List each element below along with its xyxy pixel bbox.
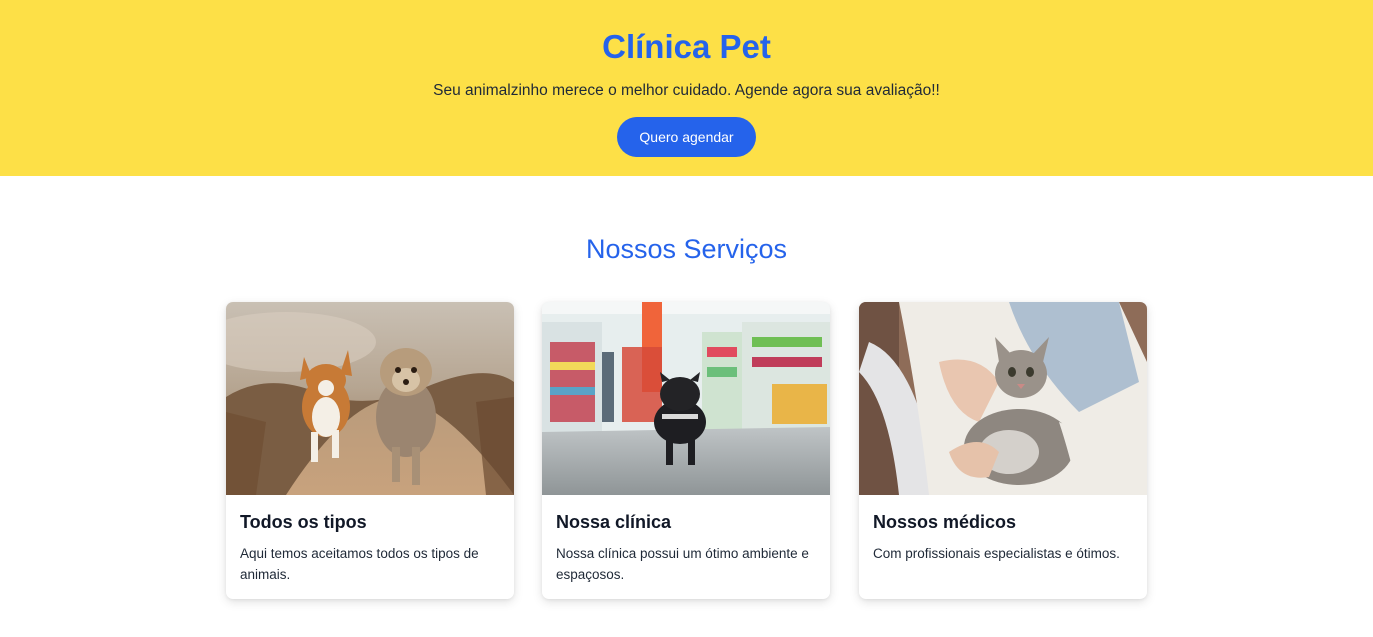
clinic-store-image [542,302,830,495]
card-text: Nossa clínica possui um ótimo ambiente e… [556,546,809,582]
cat-held-image [859,302,1147,495]
service-card-doctors: Nossos médicos Com profissionais especia… [859,302,1147,599]
card-text: Aqui temos aceitamos todos os tipos de a… [240,546,479,582]
page-title: Clínica Pet [602,28,771,65]
card-title: Todos os tipos [240,512,367,532]
services-title: Nossos Serviços [585,234,788,264]
schedule-button[interactable]: Quero agendar [617,117,756,157]
hero-banner: Clínica Pet Seu animalzinho merece o mel… [0,0,1373,176]
card-title: Nossa clínica [556,512,672,532]
hero-subtitle: Seu animalzinho merece o melhor cuidado.… [433,82,940,99]
card-title: Nossos médicos [873,512,1017,532]
service-card-all-types: Todos os tipos Aqui temos aceitamos todo… [226,302,514,599]
dogs-running-image [226,302,514,495]
card-text: Com profissionais especialistas e ótimos… [873,546,1120,561]
service-card-clinic: Nossa clínica Nossa clínica possui um ót… [542,302,830,599]
